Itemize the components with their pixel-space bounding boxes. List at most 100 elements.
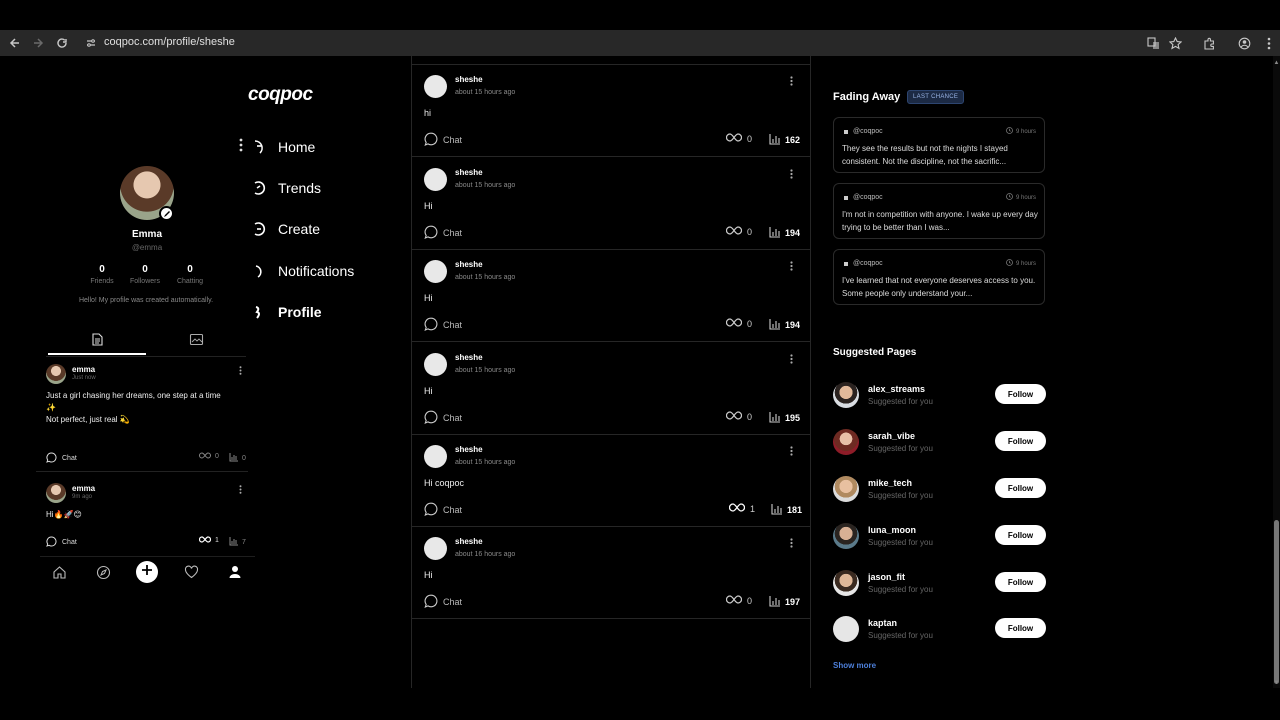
scroll-down-icon[interactable]: ▼ <box>1273 680 1280 688</box>
post-author[interactable]: emma <box>72 365 95 374</box>
bottom-home-icon[interactable] <box>48 561 70 583</box>
repost-button[interactable]: 0 <box>725 318 752 329</box>
show-more-link[interactable]: Show more <box>833 661 876 670</box>
post-author[interactable]: sheshe <box>455 75 483 84</box>
forward-icon[interactable] <box>26 31 50 55</box>
feed-post[interactable]: sheshe about 15 hours ago Hi Chat 0 194 <box>412 158 810 250</box>
chat-button[interactable]: Chat <box>46 452 77 465</box>
post-author[interactable]: sheshe <box>455 445 483 454</box>
chat-button[interactable]: Chat <box>424 317 462 333</box>
bottom-create-button[interactable] <box>136 561 158 583</box>
stat-chatting[interactable]: 0 Chatting <box>170 264 210 285</box>
edit-pencil-icon[interactable] <box>159 206 174 221</box>
extensions-icon[interactable] <box>1201 35 1217 51</box>
chat-button[interactable]: Chat <box>424 502 462 518</box>
feed-post[interactable]: sheshe about 16 hours ago Hi Chat 0 197 <box>412 527 810 619</box>
translate-icon[interactable] <box>1145 35 1161 51</box>
suggested-name[interactable]: luna_moon <box>868 525 916 535</box>
feed-post[interactable]: sheshe about 15 hours ago Hi Chat 0 194 <box>412 250 810 342</box>
suggested-name[interactable]: jason_fit <box>868 572 905 582</box>
scrollbar-thumb[interactable] <box>1274 520 1279 684</box>
fading-card[interactable]: @coqpoc 9 hours I've learned that not ev… <box>833 249 1045 305</box>
chat-button[interactable]: Chat <box>424 410 462 426</box>
post-menu-icon[interactable] <box>790 76 793 89</box>
avatar[interactable] <box>424 537 447 560</box>
chat-button[interactable]: Chat <box>424 594 462 610</box>
reload-icon[interactable] <box>50 31 74 55</box>
address-bar[interactable]: coqpoc.com/profile/sheshe <box>104 36 235 48</box>
nav-home[interactable]: Home <box>250 136 315 158</box>
post-author[interactable]: sheshe <box>455 353 483 362</box>
post-menu-icon[interactable] <box>790 538 793 551</box>
tab-media[interactable] <box>147 333 245 355</box>
stat-followers[interactable]: 0 Followers <box>125 264 165 285</box>
suggested-name[interactable]: sarah_vibe <box>868 431 915 441</box>
follow-button[interactable]: Follow <box>995 384 1046 404</box>
bottom-explore-icon[interactable] <box>92 561 114 583</box>
feed-post[interactable]: sheshe about 15 hours ago Hi Chat 0 195 <box>412 343 810 435</box>
repost-button[interactable]: 0 <box>725 411 752 422</box>
avatar[interactable] <box>833 476 859 502</box>
repost-button[interactable]: 0 <box>725 595 752 606</box>
repost-button[interactable]: 0 <box>199 452 219 461</box>
post-author[interactable]: sheshe <box>455 537 483 546</box>
fading-card[interactable]: @coqpoc 9 hours They see the results but… <box>833 117 1045 173</box>
bottom-heart-icon[interactable] <box>180 561 202 583</box>
chat-button[interactable]: Chat <box>46 536 77 549</box>
more-menu-icon[interactable] <box>236 138 246 155</box>
back-icon[interactable] <box>3 31 27 55</box>
post-menu-icon[interactable] <box>239 485 242 496</box>
avatar[interactable] <box>46 483 66 503</box>
nav-notifications[interactable]: Notifications <box>250 260 354 282</box>
account-icon[interactable] <box>1236 35 1252 51</box>
fading-card[interactable]: @coqpoc 9 hours I'm not in competition w… <box>833 183 1045 239</box>
suggested-name[interactable]: mike_tech <box>868 478 912 488</box>
follow-button[interactable]: Follow <box>995 618 1046 638</box>
chat-button[interactable]: Chat <box>424 132 462 148</box>
avatar[interactable] <box>424 168 447 191</box>
stat-friends[interactable]: 0 Friends <box>82 264 122 285</box>
follow-button[interactable]: Follow <box>995 525 1046 545</box>
post-author[interactable]: emma <box>72 484 95 493</box>
avatar[interactable] <box>833 570 859 596</box>
repost-button[interactable]: 1 <box>728 503 755 514</box>
post-menu-icon[interactable] <box>790 169 793 182</box>
chat-button[interactable]: Chat <box>424 225 462 241</box>
profile-post[interactable]: emma Just now Just a girl chasing her dr… <box>46 364 251 464</box>
post-menu-icon[interactable] <box>239 366 242 377</box>
post-author[interactable]: sheshe <box>455 260 483 269</box>
avatar[interactable] <box>833 429 859 455</box>
repost-button[interactable]: 1 <box>198 536 219 545</box>
avatar[interactable] <box>424 353 447 376</box>
avatar[interactable] <box>424 445 447 468</box>
avatar[interactable] <box>833 382 859 408</box>
follow-button[interactable]: Follow <box>995 431 1046 451</box>
tab-posts[interactable] <box>48 333 146 355</box>
nav-trends[interactable]: Trends <box>250 177 321 199</box>
post-author[interactable]: sheshe <box>455 168 483 177</box>
post-menu-icon[interactable] <box>790 261 793 274</box>
avatar[interactable] <box>46 364 66 384</box>
repost-button[interactable]: 0 <box>725 226 752 237</box>
nav-profile[interactable]: Profile <box>250 301 322 323</box>
app-logo[interactable]: coqpoc <box>248 84 313 106</box>
follow-button[interactable]: Follow <box>995 572 1046 592</box>
feed-post[interactable]: sheshe about 15 hours ago hi Chat 0 162 <box>412 65 810 157</box>
post-menu-icon[interactable] <box>790 354 793 367</box>
feed-post[interactable]: sheshe about 15 hours ago Hi coqpoc Chat… <box>412 435 810 527</box>
avatar[interactable] <box>424 260 447 283</box>
nav-create[interactable]: Create <box>250 218 320 240</box>
post-menu-icon[interactable] <box>790 446 793 459</box>
avatar[interactable] <box>833 616 859 642</box>
follow-button[interactable]: Follow <box>995 478 1046 498</box>
avatar[interactable] <box>833 523 859 549</box>
avatar[interactable] <box>424 75 447 98</box>
site-info-icon[interactable] <box>84 36 98 50</box>
bookmark-star-icon[interactable] <box>1167 35 1183 51</box>
suggested-name[interactable]: kaptan <box>868 618 897 628</box>
suggested-name[interactable]: alex_streams <box>868 384 925 394</box>
repost-button[interactable]: 0 <box>725 133 752 144</box>
browser-menu-icon[interactable] <box>1261 35 1277 51</box>
bottom-profile-icon[interactable] <box>224 561 246 583</box>
scroll-up-icon[interactable]: ▲ <box>1273 60 1280 68</box>
